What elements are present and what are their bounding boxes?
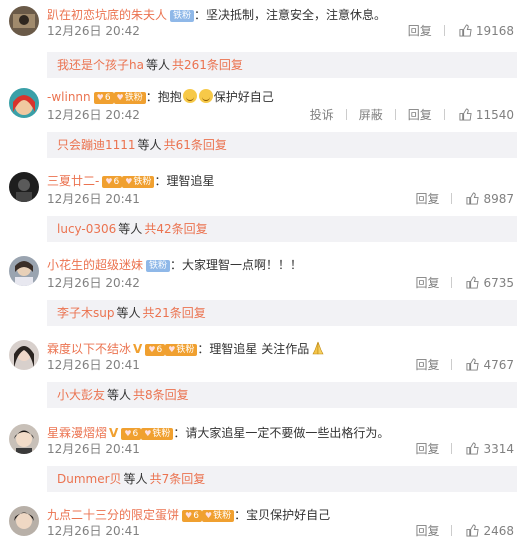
thumbs-up-icon xyxy=(459,108,472,121)
reply-button[interactable]: 回复 xyxy=(408,108,432,122)
reply-button[interactable]: 回复 xyxy=(415,192,439,206)
username[interactable]: 九点二十三分的限定蛋饼 xyxy=(47,508,179,522)
thumbs-up-icon xyxy=(466,442,480,455)
fans-badge: 铁粉 xyxy=(146,260,171,272)
thumbs-up-icon xyxy=(466,358,480,371)
fan-level-badge: 6 xyxy=(121,428,142,440)
reply-user[interactable]: 小大彭友 xyxy=(57,388,105,402)
username[interactable]: -wlinnn xyxy=(47,90,91,104)
reply-button[interactable]: 回复 xyxy=(415,442,439,456)
reply-user[interactable]: lucy-0306 xyxy=(57,222,116,236)
username[interactable]: 趴在初恋坑底的朱夫人 xyxy=(47,8,167,22)
like-count: 6735 xyxy=(483,276,514,290)
comment-time: 12月26日 20:42 xyxy=(47,276,140,290)
reply-user[interactable]: 只会蹦迪1111 xyxy=(57,138,136,152)
comment-time: 12月26日 20:41 xyxy=(47,192,140,206)
like-button[interactable]: 6735 xyxy=(466,276,514,290)
reply-summary[interactable]: 李子木sup 等人 共21条回复 xyxy=(47,300,517,326)
like-count: 3314 xyxy=(483,442,514,456)
reply-user[interactable]: 我还是个孩子ha xyxy=(57,58,144,72)
comment-time: 12月26日 20:41 xyxy=(47,524,140,538)
avatar[interactable] xyxy=(9,340,39,370)
fans-badge: 铁粉 xyxy=(141,428,174,440)
verified-icon: V xyxy=(133,342,143,356)
reply-summary[interactable]: Dummer贝 等人 共7条回复 xyxy=(47,466,517,492)
fan-level-badge: 6 xyxy=(93,92,114,104)
like-count: 4767 xyxy=(483,358,514,372)
reply-button[interactable]: 回复 xyxy=(415,524,439,538)
reply-summary[interactable]: 我还是个孩子ha 等人 共261条回复 xyxy=(47,52,517,78)
like-button[interactable]: 3314 xyxy=(466,442,514,456)
like-button[interactable]: 11540 xyxy=(459,108,514,122)
fans-badge: 铁粉 xyxy=(170,10,195,22)
username[interactable]: 霖度以下不结冰 xyxy=(47,342,131,356)
avatar[interactable] xyxy=(9,506,39,536)
thumbs-up-icon xyxy=(459,24,472,37)
thumbs-up-icon xyxy=(466,192,480,205)
block-button[interactable]: 屏蔽 xyxy=(359,108,383,122)
like-button[interactable]: 2468 xyxy=(466,524,514,538)
avatar[interactable] xyxy=(9,424,39,454)
like-button[interactable]: 19168 xyxy=(459,24,514,38)
comment-text: 理智追星 xyxy=(166,174,215,188)
more-replies-link[interactable]: 共261条回复 xyxy=(172,58,243,72)
reply-button[interactable]: 回复 xyxy=(415,276,439,290)
like-count: 2468 xyxy=(483,524,514,538)
reply-user[interactable]: 李子木sup xyxy=(57,306,114,320)
fans-badge: 铁粉 xyxy=(165,344,198,356)
comment-time: 12月26日 20:41 xyxy=(47,442,140,456)
comment-text: 请大家追星一定不要做一些出格行为。 xyxy=(185,426,390,440)
more-replies-link[interactable]: 共42条回复 xyxy=(144,222,207,236)
avatar[interactable] xyxy=(9,88,39,118)
like-button[interactable]: 8987 xyxy=(466,192,514,206)
more-replies-link[interactable]: 共21条回复 xyxy=(143,306,206,320)
like-button[interactable]: 4767 xyxy=(466,358,514,372)
like-count: 19168 xyxy=(475,24,514,38)
comment-time: 12月26日 20:41 xyxy=(47,358,140,372)
thumbs-up-icon xyxy=(466,276,480,289)
fan-level-badge: 6 xyxy=(145,344,166,356)
reply-summary[interactable]: lucy-0306 等人 共42条回复 xyxy=(47,216,517,242)
comment-text: 大家理智一点啊！！！ xyxy=(182,258,303,272)
avatar[interactable] xyxy=(9,256,39,286)
username[interactable]: 小花生的超级迷妹 xyxy=(47,258,143,272)
comment-time: 12月26日 20:42 xyxy=(47,24,140,38)
avatar[interactable] xyxy=(9,172,39,202)
reply-summary[interactable]: 小大彭友 等人 共8条回复 xyxy=(47,382,517,408)
reply-button[interactable]: 回复 xyxy=(408,24,432,38)
comment-text: 宝贝保护好自己 xyxy=(246,508,331,522)
fans-badge: 铁粉 xyxy=(201,510,235,522)
like-count: 8987 xyxy=(483,192,514,206)
like-count: 11540 xyxy=(475,108,514,122)
reply-button[interactable]: 回复 xyxy=(415,358,439,372)
hug-emoji-icon xyxy=(182,89,197,103)
more-replies-link[interactable]: 共8条回复 xyxy=(133,388,189,402)
report-button[interactable]: 投诉 xyxy=(310,108,334,122)
fan-level-badge: 6 xyxy=(102,176,123,188)
reply-summary[interactable]: 只会蹦迪1111 等人 共61条回复 xyxy=(47,132,517,158)
fans-badge: 铁粉 xyxy=(113,92,146,104)
reply-user[interactable]: Dummer贝 xyxy=(57,472,122,486)
username[interactable]: 三夏廿二- xyxy=(47,174,99,188)
avatar[interactable] xyxy=(9,6,39,36)
more-replies-link[interactable]: 共61条回复 xyxy=(164,138,227,152)
thumbs-up-icon xyxy=(466,524,480,537)
more-replies-link[interactable]: 共7条回复 xyxy=(150,472,206,486)
fan-level-badge: 6 xyxy=(182,510,202,522)
comment-text: 坚决抵制，注意安全，注意休息。 xyxy=(206,8,387,22)
comment-time: 12月26日 20:42 xyxy=(47,108,140,122)
comment-text: 抱抱 xyxy=(157,90,182,104)
verified-icon: V xyxy=(109,426,119,440)
pray-emoji-icon xyxy=(312,341,324,355)
username[interactable]: 星霖漫熠熠 xyxy=(47,426,107,440)
comment-text: 理智追星 关注作品 xyxy=(209,342,310,356)
hug-emoji-icon xyxy=(198,89,213,103)
fans-badge: 铁粉 xyxy=(122,176,155,188)
